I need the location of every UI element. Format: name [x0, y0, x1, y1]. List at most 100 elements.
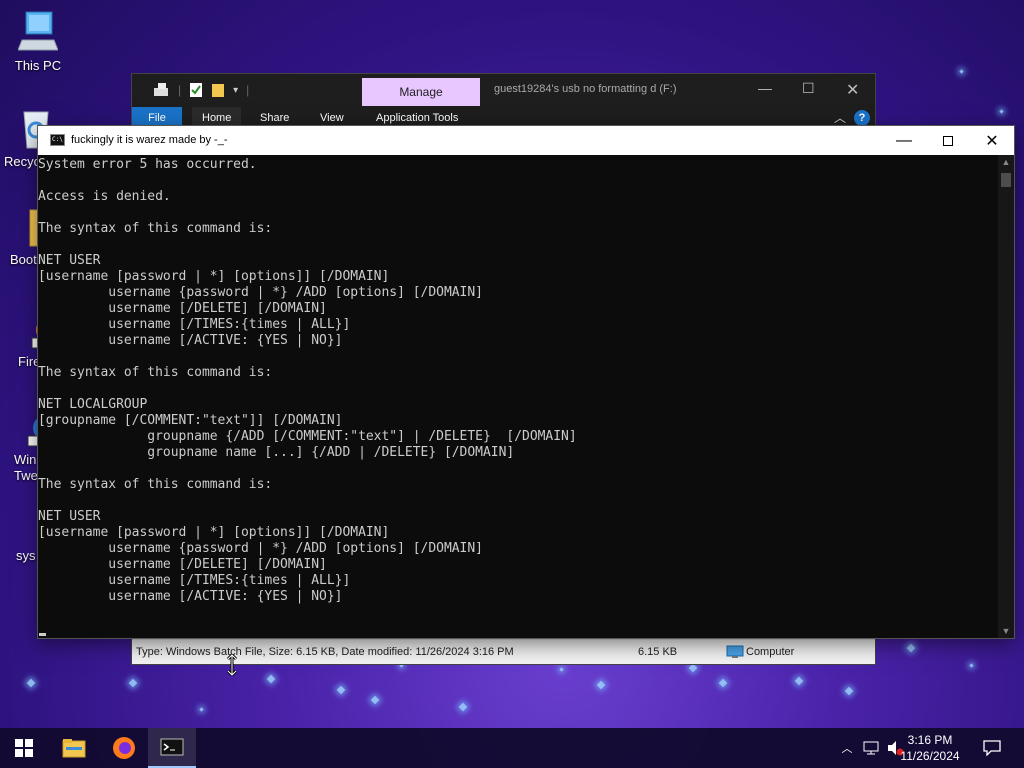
console-line: username [/ACTIVE: {YES | NO}]: [38, 589, 343, 604]
minimize-icon[interactable]: —: [758, 80, 772, 96]
console-line: groupname name [...] {/ADD | /DELETE} [/…: [38, 445, 515, 460]
wallpaper-star: [199, 707, 204, 712]
console-line: username [/DELETE] [/DOMAIN]: [38, 557, 327, 572]
wallpaper-star: [559, 667, 564, 672]
computer-icon: [726, 645, 744, 658]
explorer-title-bar: | ▾ | Manage guest19284's usb no formatt…: [132, 74, 875, 106]
taskbar: ︿ 3:16 PM 11/26/2024: [0, 728, 1024, 768]
console-line: [username [password | *] [options]] [/DO…: [38, 525, 390, 540]
wallpaper-star: [794, 676, 804, 686]
command-prompt-window: C:\ fuckingly it is warez made by -_- — …: [38, 126, 1014, 638]
console-line: groupname {/ADD [/COMMENT:"text"] | /DEL…: [38, 429, 577, 444]
wallpaper-star: [596, 680, 606, 690]
minimize-icon: —: [896, 131, 912, 149]
console-line: [groupname [/COMMENT:"text"]] [/DOMAIN]: [38, 413, 343, 428]
ribbon-tabs: File Home Share View Application Tools ︿…: [132, 106, 875, 129]
wallpaper-star: [718, 678, 728, 688]
wallpaper-star: [458, 702, 468, 712]
taskbar-firefox[interactable]: [100, 728, 148, 768]
close-button[interactable]: ✕: [970, 126, 1014, 155]
maximize-icon: [943, 135, 953, 146]
console-line: [username [password | *] [options]] [/DO…: [38, 269, 390, 284]
desktop-icon-this-pc[interactable]: This PC: [2, 10, 74, 73]
maximize-icon[interactable]: ☐: [802, 80, 815, 97]
wallpaper-star: [370, 695, 380, 705]
network-icon[interactable]: [862, 740, 880, 756]
clock[interactable]: 3:16 PM 11/26/2024: [892, 732, 968, 764]
manage-tab[interactable]: Manage: [362, 78, 480, 106]
chevron-up-icon[interactable]: ︿: [838, 740, 856, 756]
console-line: Access is denied.: [38, 189, 171, 204]
console-line: The syntax of this command is:: [38, 365, 273, 380]
console-line: NET USER: [38, 253, 101, 268]
wallpaper-star: [336, 685, 346, 695]
console-line: The syntax of this command is:: [38, 221, 273, 236]
taskbar-command-prompt[interactable]: [148, 728, 196, 768]
desktop-icon-label: Twe: [14, 468, 38, 483]
wallpaper-star: [844, 686, 854, 696]
new-folder-icon[interactable]: [211, 82, 225, 98]
console-line: username {password | *} /ADD [options] […: [38, 285, 483, 300]
tab-view[interactable]: View: [312, 110, 352, 126]
vertical-scrollbar[interactable]: ▲ ▼: [998, 155, 1014, 638]
console-title-bar: C:\ fuckingly it is warez made by -_- — …: [38, 126, 1014, 155]
wallpaper-star: [906, 643, 916, 653]
tab-application-tools[interactable]: Application Tools: [368, 110, 466, 126]
properties-icon[interactable]: [152, 82, 170, 98]
scroll-down-icon[interactable]: ▼: [998, 624, 1014, 638]
console-line: The syntax of this command is:: [38, 477, 273, 492]
command-prompt-icon: C:\: [50, 134, 65, 146]
minimize-button[interactable]: —: [882, 126, 926, 155]
console-line: username [/TIMES:{times | ALL}]: [38, 317, 351, 332]
desktop-icon-label: sys: [16, 548, 36, 563]
maximize-button[interactable]: [926, 126, 970, 155]
console-line: NET USER: [38, 509, 101, 524]
wallpaper-star: [688, 663, 698, 673]
window-title: fuckingly it is warez made by -_-: [71, 134, 228, 146]
desktop-icon-label: This PC: [14, 58, 62, 73]
computer-icon: [18, 11, 58, 51]
wallpaper-star: [266, 674, 276, 684]
wallpaper-star: [399, 663, 404, 668]
checkmark-doc-icon[interactable]: [189, 82, 203, 98]
separator: |: [178, 83, 182, 97]
wallpaper-star: [959, 69, 964, 74]
tab-share[interactable]: Share: [252, 110, 297, 126]
start-button[interactable]: [0, 728, 48, 768]
text-cursor: [39, 633, 46, 636]
console-line: username [/DELETE] [/DOMAIN]: [38, 301, 327, 316]
chevron-up-icon[interactable]: ︿: [834, 109, 846, 126]
console-line: username {password | *} /ADD [options] […: [38, 541, 483, 556]
console-output[interactable]: System error 5 has occurred. Access is d…: [38, 155, 998, 638]
file-explorer-icon: [62, 739, 86, 758]
desktop-icon-label: Recyc: [4, 154, 41, 169]
quick-access-toolbar: | ▾ |: [152, 82, 249, 98]
console-line: NET LOCALGROUP: [38, 397, 148, 412]
scrollbar-thumb[interactable]: [1001, 173, 1011, 187]
console-line: username [/TIMES:{times | ALL}]: [38, 573, 351, 588]
status-size: 6.15 KB: [638, 646, 678, 658]
clock-time: 3:16 PM: [907, 733, 953, 747]
chevron-down-icon[interactable]: ▾: [233, 85, 238, 96]
close-icon[interactable]: ✕: [846, 80, 859, 100]
console-line: System error 5 has occurred.: [38, 157, 257, 172]
desktop-icon-label: Win: [14, 452, 37, 467]
wallpaper-star: [128, 678, 138, 688]
notifications-button[interactable]: [970, 728, 1014, 768]
scroll-up-icon[interactable]: ▲: [998, 155, 1014, 169]
window-title: guest19284's usb no formatting d (F:): [494, 83, 677, 95]
resize-cursor-icon: [226, 654, 238, 676]
help-icon[interactable]: ?: [854, 110, 870, 126]
console-line: username [/ACTIVE: {YES | NO}]: [38, 333, 343, 348]
wallpaper-star: [26, 678, 36, 688]
status-bar: Type: Windows Batch File, Size: 6.15 KB,…: [132, 639, 875, 664]
wallpaper-star: [969, 663, 974, 668]
taskbar-file-explorer[interactable]: [50, 728, 98, 768]
wallpaper-star: [999, 109, 1004, 114]
